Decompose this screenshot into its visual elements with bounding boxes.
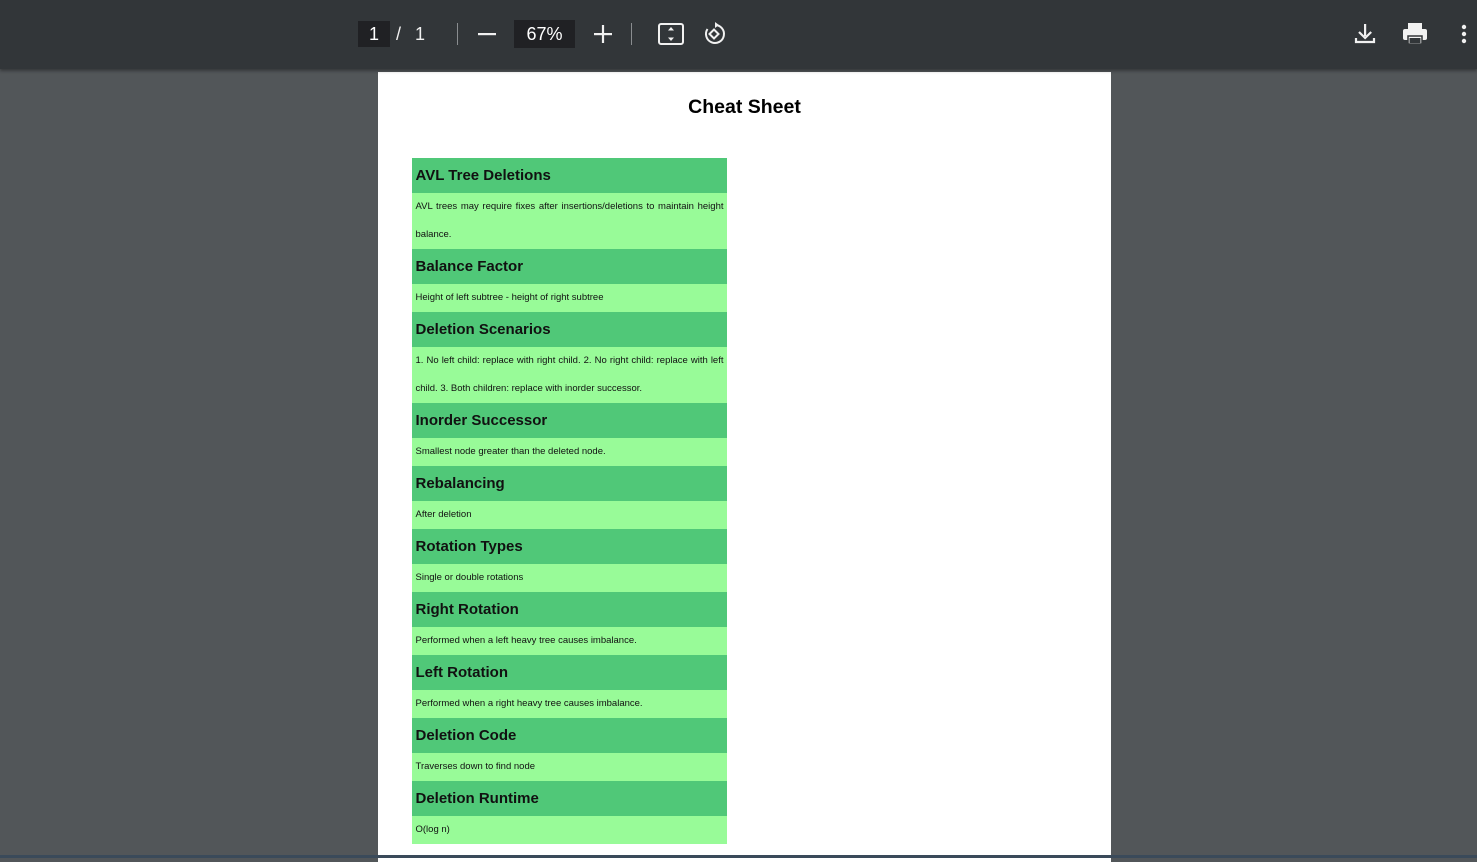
section-heading: Left Rotation xyxy=(412,655,727,690)
download-icon xyxy=(1354,24,1376,44)
page-total: 1 xyxy=(415,24,426,44)
print-icon xyxy=(1403,23,1427,45)
zoom-input[interactable] xyxy=(514,20,575,48)
minus-icon xyxy=(478,33,496,36)
section-body: O(log n) xyxy=(412,816,727,844)
more-vert-icon xyxy=(1461,24,1467,44)
plus-icon xyxy=(594,25,612,43)
rotate-icon xyxy=(705,22,725,44)
zoom-out-button[interactable] xyxy=(474,21,500,47)
pdf-page: Cheat Sheet AVL Tree Deletions AVL trees… xyxy=(378,72,1111,862)
download-button[interactable] xyxy=(1351,20,1379,48)
section-heading: Deletion Runtime xyxy=(412,781,727,816)
page-number-input[interactable] xyxy=(358,21,390,47)
cheat-sheet-table: AVL Tree Deletions AVL trees may require… xyxy=(412,158,727,844)
section-heading: Rebalancing xyxy=(412,466,727,501)
rotate-button[interactable] xyxy=(700,19,730,49)
section-heading: Balance Factor xyxy=(412,249,727,284)
section-body: AVL trees may require fixes after insert… xyxy=(412,193,727,249)
print-button[interactable] xyxy=(1400,20,1430,48)
section-body: Performed when a left heavy tree causes … xyxy=(412,627,727,655)
document-title: Cheat Sheet xyxy=(688,96,801,118)
fit-to-page-button[interactable] xyxy=(656,19,686,49)
section-heading: AVL Tree Deletions xyxy=(412,158,727,193)
section-body: Smallest node greater than the deleted n… xyxy=(412,438,727,466)
pdf-toolbar: / 1 xyxy=(0,0,1477,69)
section-body: Traverses down to find node xyxy=(412,753,727,781)
more-options-button[interactable] xyxy=(1455,20,1473,48)
section-body: 1. No left child: replace with right chi… xyxy=(412,347,727,403)
fit-page-icon xyxy=(658,23,684,45)
zoom-in-button[interactable] xyxy=(590,21,616,47)
section-body: Performed when a right heavy tree causes… xyxy=(412,690,727,718)
section-body: After deletion xyxy=(412,501,727,529)
section-body: Single or double rotations xyxy=(412,564,727,592)
section-heading: Rotation Types xyxy=(412,529,727,564)
toolbar-divider xyxy=(457,23,458,45)
section-heading: Deletion Code xyxy=(412,718,727,753)
section-heading: Inorder Successor xyxy=(412,403,727,438)
toolbar-divider xyxy=(631,23,632,45)
section-heading: Right Rotation xyxy=(412,592,727,627)
section-body: Height of left subtree - height of right… xyxy=(412,284,727,312)
page-separator: / xyxy=(396,24,402,44)
section-heading: Deletion Scenarios xyxy=(412,312,727,347)
pdf-viewer-area[interactable]: Cheat Sheet AVL Tree Deletions AVL trees… xyxy=(0,69,1477,862)
